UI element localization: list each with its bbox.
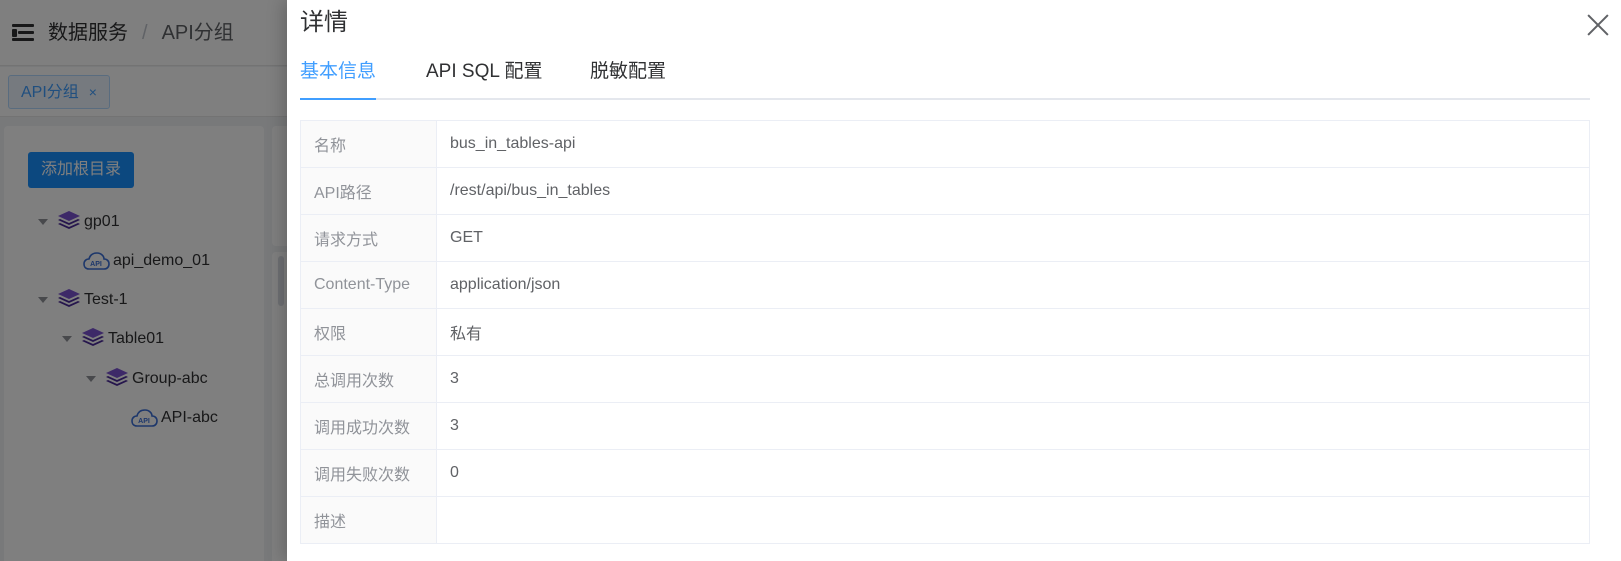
row-value: GET (436, 214, 1590, 262)
row-label: 描述 (300, 496, 437, 544)
table-row: Content-Type application/json (300, 261, 1590, 309)
close-icon[interactable] (1586, 13, 1610, 37)
table-row: 描述 (300, 496, 1590, 544)
table-row: 调用成功次数 3 (300, 402, 1590, 450)
tab-basic-info[interactable]: 基本信息 (300, 52, 376, 98)
active-tab-indicator (300, 98, 376, 100)
detail-tabs: 基本信息 API SQL 配置 脱敏配置 (300, 52, 1590, 100)
row-value: /rest/api/bus_in_tables (436, 167, 1590, 215)
table-row: 权限 私有 (300, 308, 1590, 356)
row-label: 调用成功次数 (300, 402, 437, 450)
row-value: bus_in_tables-api (436, 120, 1590, 168)
row-label: 权限 (300, 308, 437, 356)
drawer-title: 详情 (300, 9, 348, 36)
row-label: 调用失败次数 (300, 449, 437, 497)
row-value: 3 (436, 402, 1590, 450)
tab-api-sql-config[interactable]: API SQL 配置 (426, 52, 543, 98)
tab-desensitization-config[interactable]: 脱敏配置 (590, 52, 666, 98)
table-row: 总调用次数 3 (300, 355, 1590, 403)
table-row: 调用失败次数 0 (300, 449, 1590, 497)
row-label: API路径 (300, 167, 437, 215)
row-label: 总调用次数 (300, 355, 437, 403)
row-value: 3 (436, 355, 1590, 403)
detail-drawer: 详情 基本信息 API SQL 配置 脱敏配置 名称 bus_in_tables… (287, 0, 1621, 561)
table-row: 名称 bus_in_tables-api (300, 120, 1590, 168)
row-value (436, 496, 1590, 544)
row-value: application/json (436, 261, 1590, 309)
row-label: 名称 (300, 120, 437, 168)
table-row: 请求方式 GET (300, 214, 1590, 262)
row-value: 0 (436, 449, 1590, 497)
table-row: API路径 /rest/api/bus_in_tables (300, 167, 1590, 215)
row-value: 私有 (436, 308, 1590, 356)
row-label: Content-Type (300, 261, 437, 309)
row-label: 请求方式 (300, 214, 437, 262)
detail-table: 名称 bus_in_tables-api API路径 /rest/api/bus… (300, 120, 1590, 544)
